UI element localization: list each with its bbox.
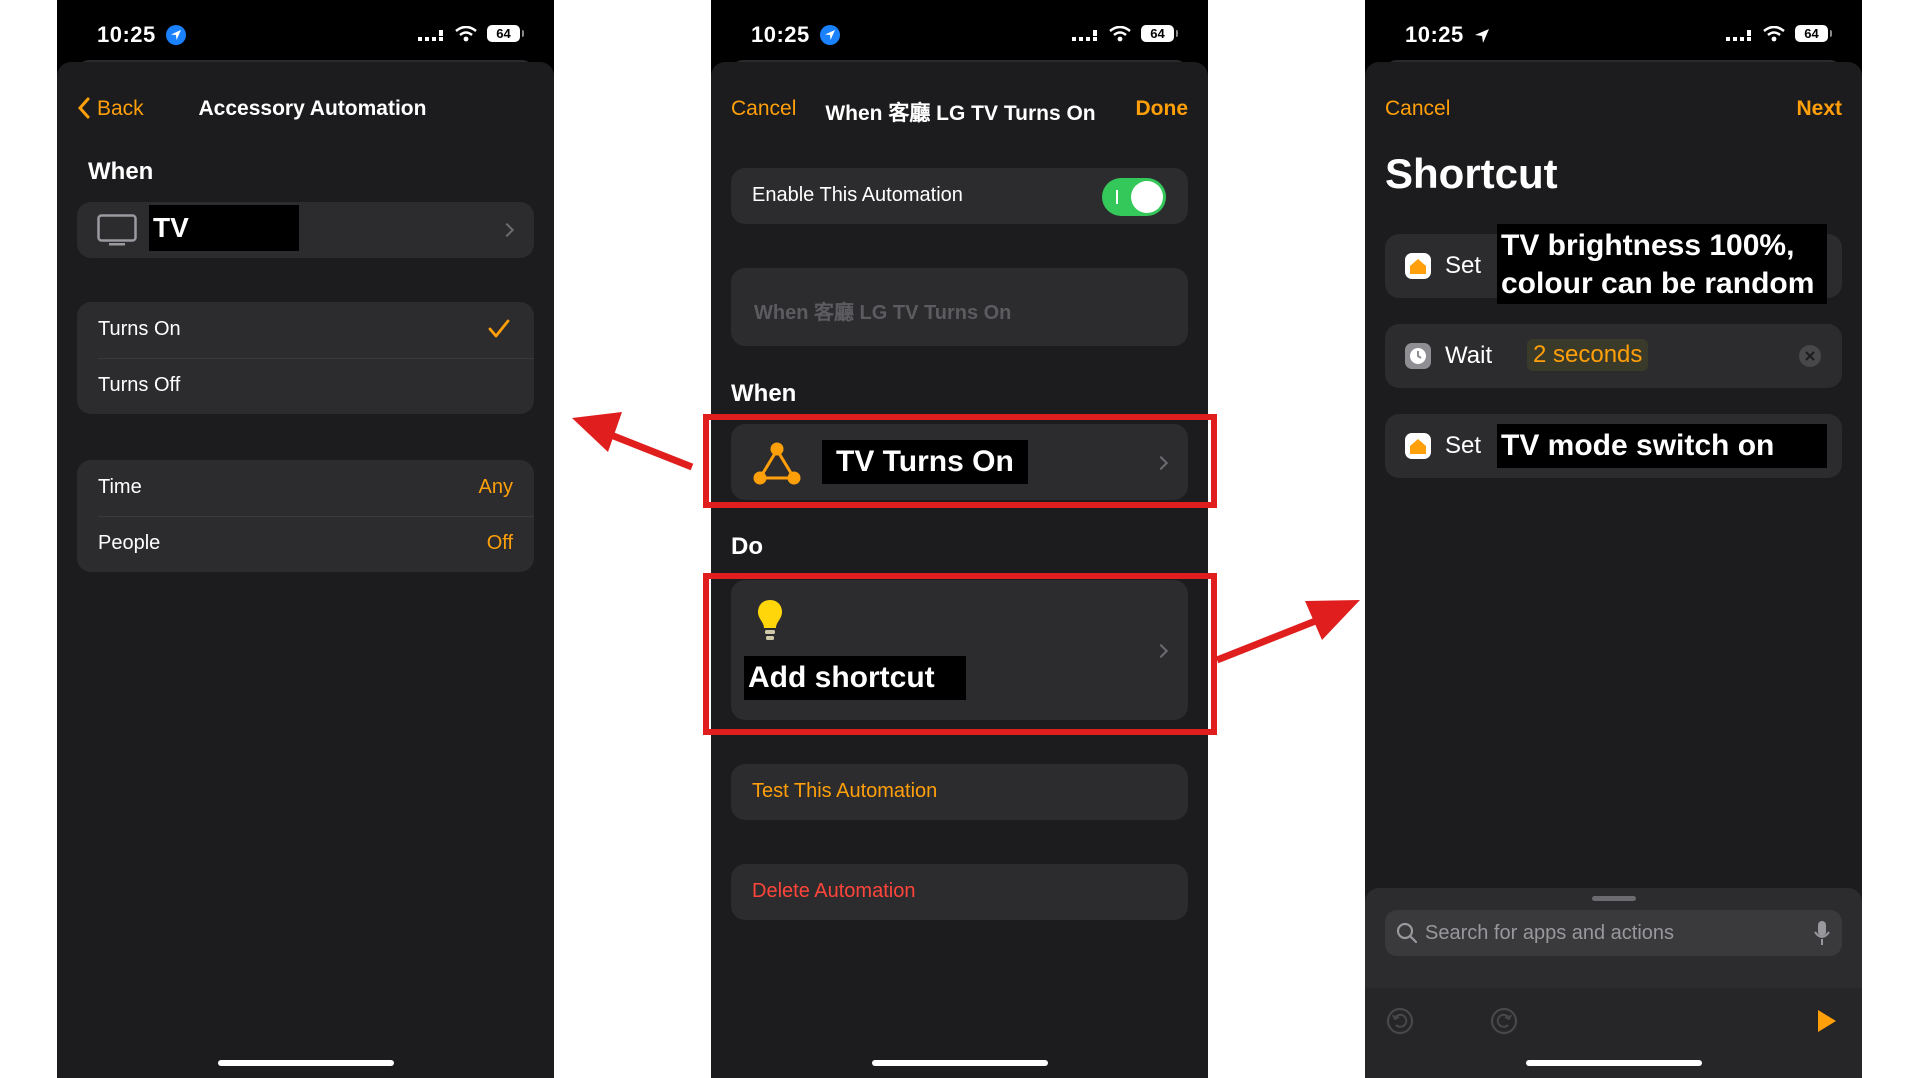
cellular-icon <box>418 29 444 41</box>
enable-toggle[interactable] <box>1102 178 1166 216</box>
phone-shortcut-editor: 10:25 64 Cancel Next Shortcut Set TV bri… <box>1365 0 1862 1078</box>
nav-bar: Back Accessory Automation <box>57 92 554 128</box>
phone-automation-detail: 10:25 64 Cancel When 客廳 LG TV Turns On D… <box>711 0 1208 1078</box>
action-detail: TV brightness 100%, colour can be random <box>1497 224 1827 304</box>
arrow-head-left <box>572 412 622 452</box>
home-indicator <box>217 1060 394 1066</box>
battery-icon: 64 <box>487 25 524 43</box>
chevron-right-icon <box>499 222 515 238</box>
option-turns-off[interactable]: Turns Off <box>77 358 534 414</box>
nav-bar: Cancel Next <box>1365 92 1862 128</box>
nav-bar: Cancel When 客廳 LG TV Turns On Done <box>711 92 1208 128</box>
home-indicator <box>1525 1060 1702 1066</box>
search-icon <box>1396 922 1418 944</box>
page-title: When 客廳 LG TV Turns On <box>825 102 1096 125</box>
wifi-icon <box>1762 25 1785 42</box>
test-automation-button[interactable]: Test This Automation <box>731 764 1188 820</box>
cancel-button[interactable]: Cancel <box>1385 97 1450 121</box>
conditions: Time Any People Off <box>77 460 534 572</box>
action-wait[interactable]: Wait 2 seconds <box>1385 324 1842 388</box>
play-icon[interactable] <box>1816 1008 1838 1034</box>
remove-action-icon[interactable] <box>1798 344 1822 368</box>
accessory-name: TV <box>149 205 299 251</box>
name-placeholder: When 客廳 LG TV Turns On <box>754 302 1012 324</box>
action-set-mode[interactable]: Set TV mode switch on <box>1385 414 1842 478</box>
section-do: Do <box>731 533 763 560</box>
redo-icon[interactable] <box>1489 1006 1519 1036</box>
page-title: Shortcut <box>1385 150 1558 197</box>
sheet-grabber[interactable] <box>1591 896 1636 901</box>
cellular-icon <box>1072 29 1098 41</box>
section-when: When <box>731 380 797 407</box>
battery-icon: 64 <box>1795 25 1832 43</box>
microphone-icon[interactable] <box>1814 920 1830 946</box>
automation-name-field[interactable]: When 客廳 LG TV Turns On <box>731 268 1188 346</box>
wait-duration-token[interactable]: 2 seconds <box>1527 339 1649 371</box>
arrow-to-shortcut-screen <box>1215 616 1320 664</box>
battery-icon: 64 <box>1141 25 1178 43</box>
option-turns-on[interactable]: Turns On <box>77 302 534 358</box>
status-time: 10:25 <box>1405 22 1464 47</box>
home-app-icon <box>1405 253 1431 279</box>
action-verb: Set <box>1445 252 1482 279</box>
location-icon <box>166 25 187 45</box>
action-verb: Wait <box>1445 342 1493 369</box>
action-verb: Set <box>1445 432 1482 459</box>
section-when: When <box>88 158 154 185</box>
arrow-to-accessory-screen <box>604 429 694 471</box>
cellular-icon <box>1726 29 1752 41</box>
highlight-trigger-box <box>703 414 1217 508</box>
location-icon <box>820 25 841 45</box>
condition-time[interactable]: Time Any <box>77 460 534 516</box>
action-set-brightness[interactable]: Set TV brightness 100%, colour can be ra… <box>1385 224 1842 304</box>
tv-icon <box>97 214 137 246</box>
home-indicator <box>871 1060 1048 1066</box>
status-time: 10:25 <box>97 22 156 47</box>
location-arrow-icon <box>1475 29 1490 43</box>
accessory-row[interactable]: TV <box>77 202 534 258</box>
condition-people[interactable]: People Off <box>77 516 534 572</box>
home-app-icon <box>1405 433 1431 459</box>
checkmark-icon <box>488 319 510 338</box>
phone-accessory-automation: 10:25 64 Back Accessory Automation When … <box>57 0 554 1078</box>
wifi-icon <box>1108 25 1131 42</box>
search-field[interactable]: Search for apps and actions <box>1385 910 1842 956</box>
enable-row: Enable This Automation <box>731 168 1188 224</box>
delete-automation-button[interactable]: Delete Automation <box>731 864 1188 920</box>
wifi-icon <box>454 25 477 42</box>
action-detail: TV mode switch on <box>1497 424 1827 468</box>
clock-icon <box>1405 343 1431 369</box>
trigger-options: Turns On Turns Off <box>77 302 534 414</box>
enable-label: Enable This Automation <box>752 184 963 206</box>
status-time: 10:25 <box>751 22 810 47</box>
arrow-head-right <box>1305 600 1360 640</box>
done-button[interactable]: Done <box>1136 97 1189 121</box>
page-title: Accessory Automation <box>198 97 427 120</box>
next-button[interactable]: Next <box>1796 97 1842 121</box>
undo-icon[interactable] <box>1385 1006 1415 1036</box>
highlight-action-box <box>703 573 1217 735</box>
search-placeholder: Search for apps and actions <box>1425 922 1675 944</box>
